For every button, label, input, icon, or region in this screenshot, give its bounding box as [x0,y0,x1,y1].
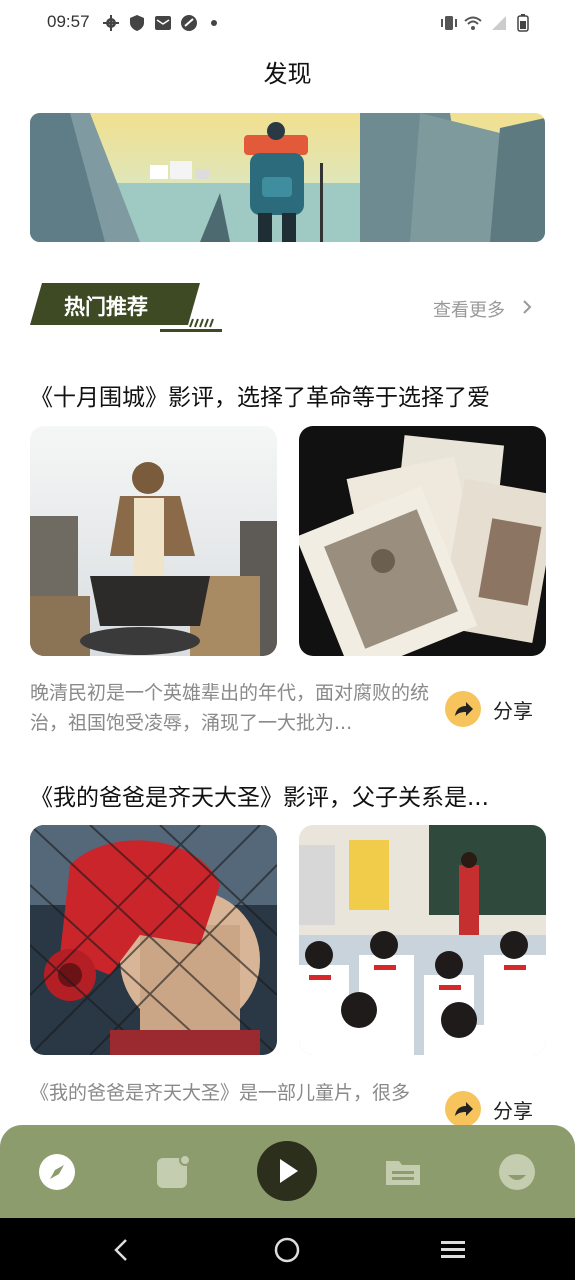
article-image[interactable] [299,825,546,1055]
gear-icon [103,15,119,31]
play-icon [280,1159,298,1183]
dot-icon [211,20,217,26]
bottom-tab-bar [0,1125,575,1218]
article-description: 晚清民初是一个英雄辈出的年代，面对腐败的统治，祖国饱受凌辱，涌现了一大批为... [30,682,430,734]
back-icon[interactable] [108,1236,136,1264]
share-icon [445,691,481,727]
banner-image[interactable] [30,113,545,242]
page-title: 发现 [263,60,312,88]
section-title: 热门推荐 [64,295,148,319]
vibrate-icon [441,16,457,30]
share-button[interactable]: 分享 [445,1088,555,1128]
share-icon [445,1091,481,1127]
note-icon[interactable] [154,1153,192,1191]
profile-icon[interactable] [498,1153,536,1191]
article-title[interactable]: 《十月围城》影评，选择了革命等于选择了爱 [30,378,550,412]
status-bar: 09:57 [0,0,575,46]
battery-icon [517,14,529,32]
article-description: 《我的爸爸是齐天大圣》是一部儿童片，很多 [30,1082,411,1104]
signal-icon [492,16,506,30]
see-more-link[interactable]: 查看更多 [433,296,505,322]
article-image[interactable] [30,825,277,1055]
vpn-icon [181,15,197,31]
compass-icon[interactable] [38,1153,76,1191]
system-nav-bar [0,1218,575,1280]
share-label: 分享 [493,699,533,723]
play-button[interactable] [257,1141,317,1201]
chevron-right-icon[interactable] [520,298,534,316]
article-image[interactable] [299,426,546,656]
recents-icon[interactable] [439,1236,467,1264]
article-title[interactable]: 《我的爸爸是齐天大圣》影评，父子关系是... [30,778,550,812]
wifi-icon [464,16,482,30]
home-icon[interactable] [273,1236,301,1264]
share-button[interactable]: 分享 [445,688,555,728]
share-label: 分享 [493,1099,533,1123]
folder-icon[interactable] [384,1153,422,1191]
article-image[interactable] [30,426,277,656]
shield-icon [130,15,144,31]
mail-icon [155,16,171,30]
status-time: 09:57 [47,12,90,31]
